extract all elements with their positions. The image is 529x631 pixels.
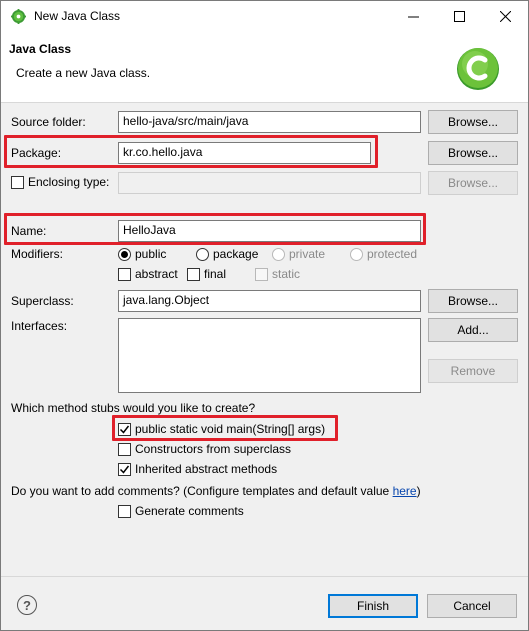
superclass-label: Superclass: <box>11 294 74 308</box>
radio-disabled <box>350 247 363 261</box>
modifier-static-checkbox[interactable]: static <box>255 267 300 281</box>
close-icon <box>499 11 511 22</box>
enclosing-type-browse-button[interactable]: Browse... <box>428 171 518 195</box>
checkbox-disabled <box>255 267 268 281</box>
interfaces-label: Interfaces: <box>11 319 68 333</box>
main-method-highlight <box>112 415 338 441</box>
comments-question-text: Do you want to add comments? (Configure … <box>11 484 393 498</box>
java-class-wizard-icon <box>457 48 499 90</box>
generate-comments-label: Generate comments <box>135 504 244 518</box>
close-button[interactable] <box>482 1 528 32</box>
checkbox-checked <box>118 462 131 476</box>
modifier-final-label: final <box>204 267 227 281</box>
modifier-private-label: private <box>289 247 326 261</box>
maximize-icon <box>453 11 465 22</box>
help-icon[interactable]: ? <box>17 595 37 615</box>
name-highlight <box>4 213 426 245</box>
modifier-public-label: public <box>135 247 167 261</box>
modifier-abstract-label: abstract <box>135 267 178 281</box>
inherited-methods-label: Inherited abstract methods <box>135 462 278 476</box>
source-folder-label: Source folder: <box>11 115 86 129</box>
enclosing-type-box <box>11 175 24 189</box>
check-icon <box>119 465 130 474</box>
radio-selected <box>118 247 131 261</box>
checkbox-unchecked <box>118 267 131 281</box>
modifiers-label: Modifiers: <box>11 247 64 261</box>
source-folder-browse-button[interactable]: Browse... <box>428 110 518 134</box>
checkbox-unchecked <box>118 442 131 456</box>
configure-templates-link[interactable]: here <box>393 484 417 498</box>
wizard-banner: Java Class Create a new Java class. <box>1 32 528 103</box>
footer-divider <box>1 576 528 577</box>
modifier-package-label: package <box>213 247 259 261</box>
generate-comments-checkbox[interactable]: Generate comments <box>118 504 244 518</box>
package-highlight <box>4 135 378 168</box>
page-description: Create a new Java class. <box>16 66 151 80</box>
eclipse-app-icon <box>11 9 26 24</box>
superclass-input[interactable]: java.lang.Object <box>118 290 421 312</box>
modifier-abstract-checkbox[interactable]: abstract <box>118 267 178 281</box>
interfaces-add-button[interactable]: Add... <box>428 318 518 342</box>
modifier-protected-label: protected <box>367 247 418 261</box>
comments-question: Do you want to add comments? (Configure … <box>11 484 421 498</box>
inherited-methods-checkbox[interactable]: Inherited abstract methods <box>118 462 277 476</box>
enclosing-type-label: Enclosing type: <box>28 175 110 189</box>
page-title: Java Class <box>9 42 72 56</box>
title-bar: New Java Class <box>1 1 528 32</box>
source-folder-input[interactable]: hello-java/src/main/java <box>118 111 421 133</box>
modifier-private-radio[interactable]: private <box>272 247 325 261</box>
constructors-checkbox[interactable]: Constructors from superclass <box>118 442 291 456</box>
comments-question-close: ) <box>416 484 421 498</box>
window-title: New Java Class <box>34 9 121 23</box>
radio-disabled <box>272 247 285 261</box>
radio-unselected <box>196 247 209 261</box>
minimize-button[interactable] <box>390 1 436 32</box>
interfaces-list[interactable] <box>118 318 421 393</box>
new-java-class-dialog: New Java Class Java Class Create a new J… <box>0 0 529 631</box>
minimize-icon <box>407 16 419 18</box>
modifier-public-radio[interactable]: public <box>118 247 166 261</box>
finish-button[interactable]: Finish <box>328 594 418 618</box>
constructors-label: Constructors from superclass <box>135 442 292 456</box>
modifier-static-label: static <box>272 267 301 281</box>
modifier-final-checkbox[interactable]: final <box>187 267 226 281</box>
cancel-button[interactable]: Cancel <box>427 594 517 618</box>
modifier-protected-radio[interactable]: protected <box>350 247 417 261</box>
checkbox-unchecked <box>118 504 131 518</box>
enclosing-type-input[interactable] <box>118 172 421 194</box>
enclosing-type-checkbox[interactable]: Enclosing type: <box>11 175 109 189</box>
package-browse-button[interactable]: Browse... <box>428 141 518 165</box>
modifier-package-radio[interactable]: package <box>196 247 258 261</box>
checkbox-unchecked <box>187 267 200 281</box>
interfaces-remove-button[interactable]: Remove <box>428 359 518 383</box>
maximize-button[interactable] <box>436 1 482 32</box>
superclass-browse-button[interactable]: Browse... <box>428 289 518 313</box>
method-stubs-question: Which method stubs would you like to cre… <box>11 401 256 415</box>
